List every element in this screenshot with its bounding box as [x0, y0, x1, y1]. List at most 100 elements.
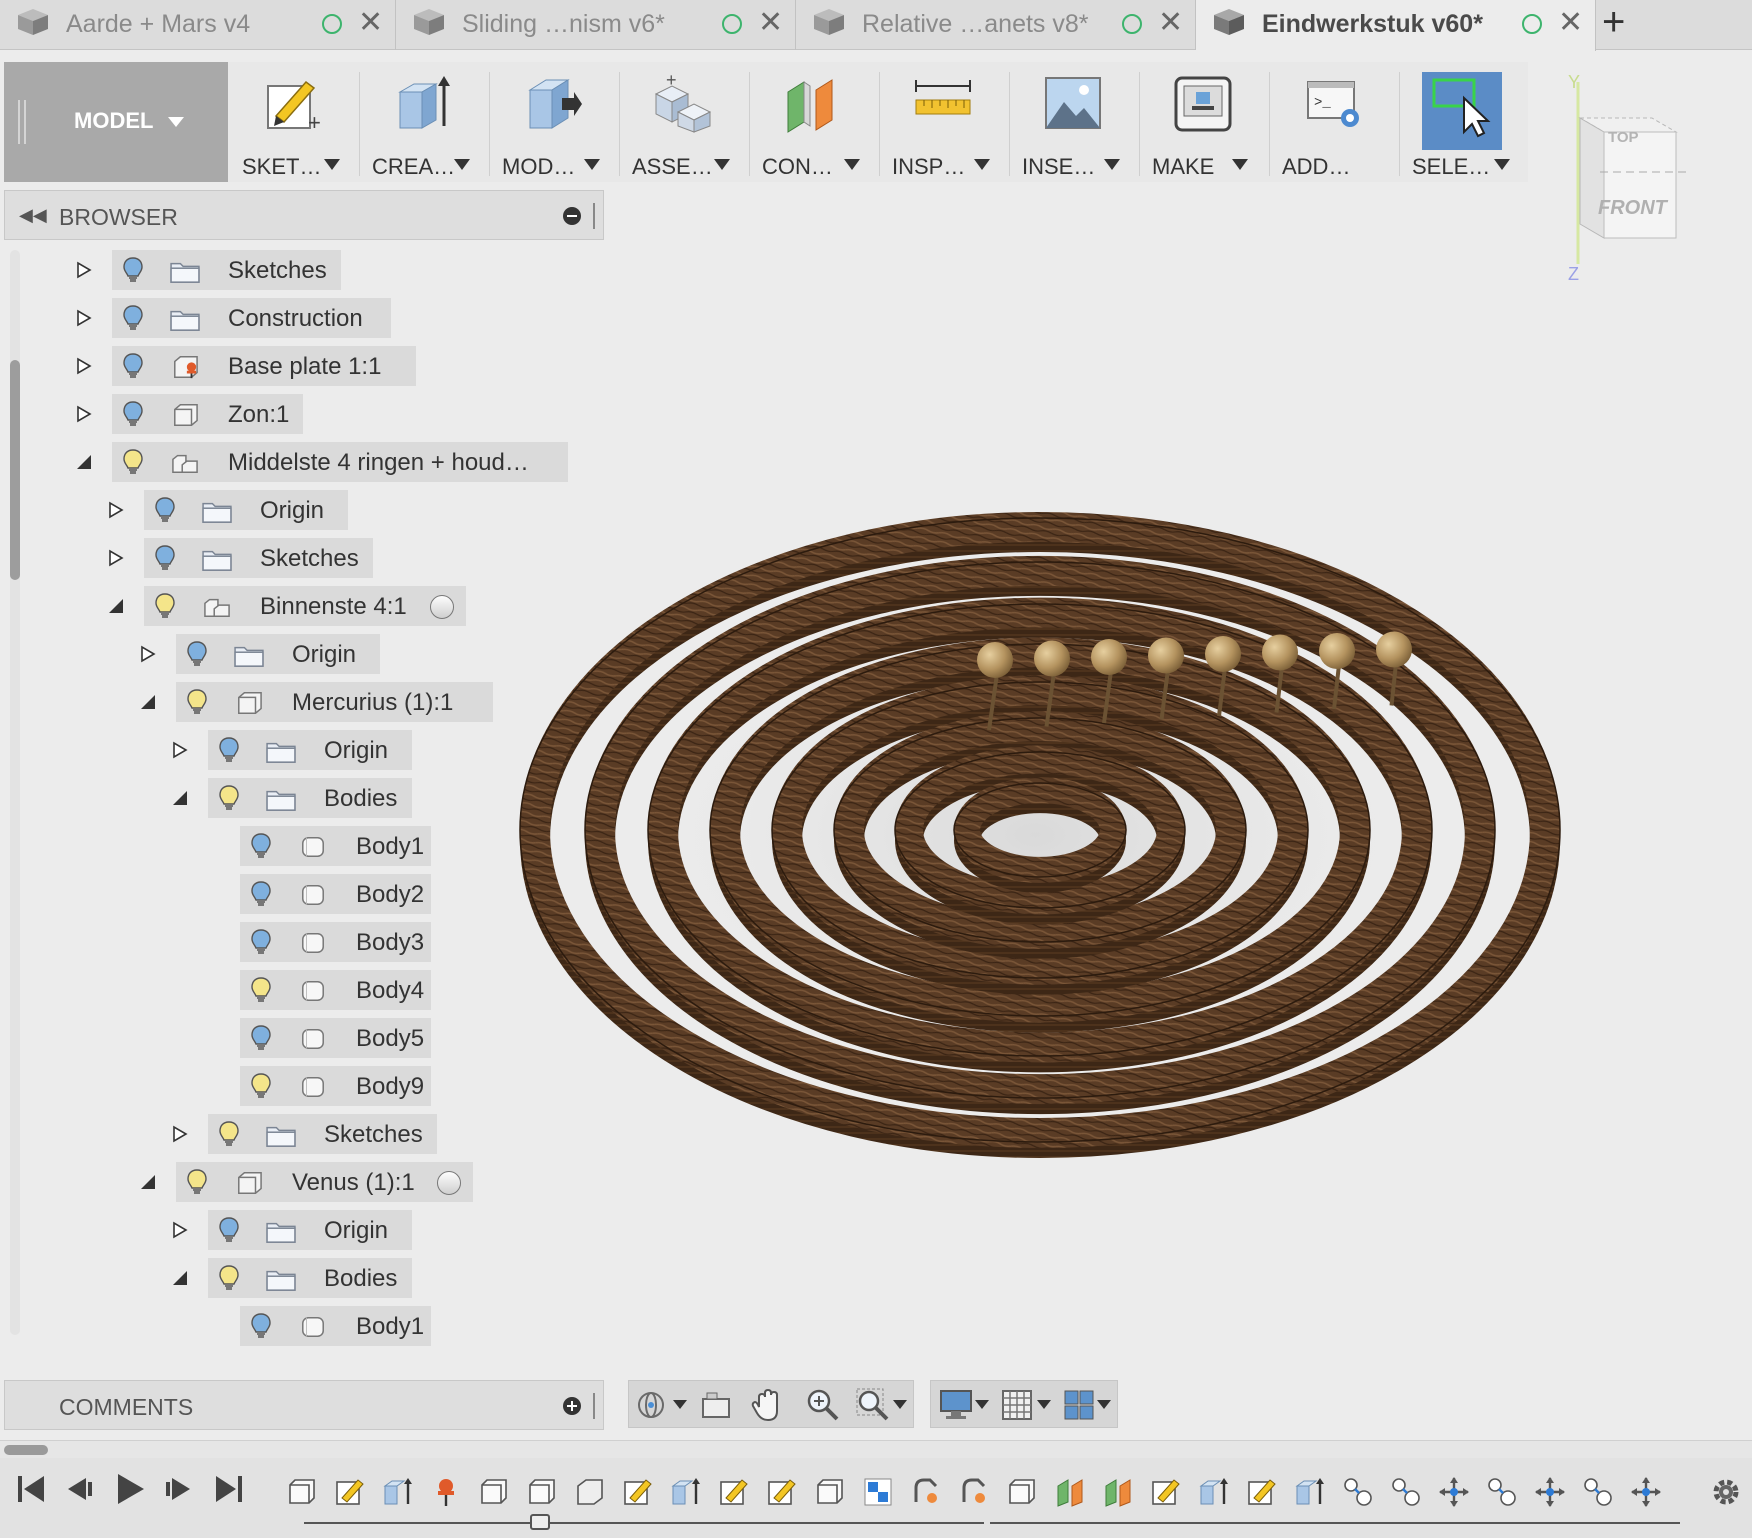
- view-cube[interactable]: Y Z TOP FRONT: [1560, 72, 1700, 287]
- document-tab-active[interactable]: Eindwerkstuk v60* ✕: [1196, 0, 1596, 51]
- expanded-triangle-icon[interactable]: [138, 692, 158, 712]
- browser-node-row[interactable]: Body1: [240, 826, 431, 866]
- visibility-bulb-icon[interactable]: [218, 736, 240, 766]
- visibility-bulb-icon[interactable]: [250, 1024, 272, 1054]
- browser-node-row[interactable]: Origin: [176, 634, 380, 674]
- insert-menu-button[interactable]: INSE…: [1010, 62, 1134, 182]
- expand-triangle-icon[interactable]: [106, 500, 126, 520]
- visibility-bulb-icon[interactable]: [250, 1312, 272, 1342]
- timeline-scrollbar[interactable]: [0, 1440, 1752, 1458]
- panel-grip[interactable]: [593, 203, 595, 229]
- browser-node-row[interactable]: Origin: [208, 1210, 412, 1250]
- expanded-triangle-icon[interactable]: [170, 788, 190, 808]
- timeline-scrollbar-thumb[interactable]: [4, 1445, 48, 1455]
- close-icon[interactable]: ✕: [758, 8, 783, 38]
- browser-node-row[interactable]: Mercurius (1):1: [176, 682, 493, 722]
- visibility-bulb-icon[interactable]: [218, 1120, 240, 1150]
- zoom-window-icon[interactable]: [855, 1387, 891, 1423]
- timeline-feature-pin-icon[interactable]: [430, 1476, 462, 1508]
- visibility-bulb-icon[interactable]: [154, 544, 176, 574]
- timeline-feature-joint-icon[interactable]: [1342, 1476, 1374, 1508]
- browser-node-row[interactable]: Bodies: [208, 778, 412, 818]
- chevron-down-icon[interactable]: [673, 1400, 687, 1409]
- new-tab-button[interactable]: +: [1602, 2, 1625, 42]
- visibility-bulb-icon[interactable]: [218, 1216, 240, 1246]
- visibility-bulb-icon[interactable]: [250, 880, 272, 910]
- expand-triangle-icon[interactable]: [74, 260, 94, 280]
- visibility-bulb-icon[interactable]: [250, 976, 272, 1006]
- cube-front-face[interactable]: [1603, 131, 1677, 239]
- visibility-bulb-icon[interactable]: [218, 1264, 240, 1294]
- chevron-down-icon[interactable]: [1097, 1400, 1111, 1409]
- browser-node-row[interactable]: Body4: [240, 970, 431, 1010]
- chevron-down-icon[interactable]: [893, 1400, 907, 1409]
- browser-node-row[interactable]: Base plate 1:1: [112, 346, 416, 386]
- timeline-feature-component-icon[interactable]: [478, 1476, 510, 1508]
- visibility-bulb-icon[interactable]: [122, 304, 144, 334]
- visibility-bulb-icon[interactable]: [218, 784, 240, 814]
- timeline-feature-body-icon[interactable]: [574, 1476, 606, 1508]
- make-menu-button[interactable]: MAKE: [1140, 62, 1264, 182]
- browser-node-row[interactable]: Sketches: [112, 250, 341, 290]
- viewports-icon[interactable]: [1063, 1389, 1095, 1421]
- timeline-feature-sketch-icon[interactable]: [334, 1476, 366, 1508]
- construct-menu-button[interactable]: CON…: [750, 62, 874, 182]
- timeline-feature-construct-plane-icon[interactable]: [1102, 1476, 1134, 1508]
- timeline-feature-move-icon[interactable]: [1438, 1476, 1470, 1508]
- expand-triangle-icon[interactable]: [74, 404, 94, 424]
- timeline-feature-component-icon[interactable]: [526, 1476, 558, 1508]
- activate-component-radio[interactable]: [430, 595, 454, 619]
- timeline-feature-rigid-icon[interactable]: [910, 1476, 942, 1508]
- gear-icon[interactable]: [1710, 1476, 1742, 1508]
- visibility-bulb-icon[interactable]: [122, 400, 144, 430]
- sketch-menu-button[interactable]: + SKET…: [230, 62, 354, 182]
- timeline-feature-extrude-icon[interactable]: [1294, 1476, 1326, 1508]
- browser-node-row[interactable]: Body2: [240, 874, 431, 914]
- document-tab[interactable]: Relative …anets v8* ✕: [796, 0, 1196, 50]
- timeline-marker[interactable]: [530, 1514, 550, 1530]
- grid-settings-icon[interactable]: [1001, 1389, 1033, 1421]
- orbit-icon[interactable]: [635, 1387, 671, 1423]
- timeline-feature-sketch-icon[interactable]: [718, 1476, 750, 1508]
- expand-triangle-icon[interactable]: [170, 1124, 190, 1144]
- visibility-bulb-icon[interactable]: [186, 688, 208, 718]
- expand-triangle-icon[interactable]: [74, 308, 94, 328]
- browser-node-row[interactable]: Body1: [240, 1306, 431, 1346]
- timeline-feature-component-icon[interactable]: [286, 1476, 318, 1508]
- timeline-feature-joint-icon[interactable]: [1390, 1476, 1422, 1508]
- close-icon[interactable]: ✕: [1158, 8, 1183, 38]
- chevron-down-icon[interactable]: [975, 1400, 989, 1409]
- timeline-feature-sketch-icon[interactable]: [766, 1476, 798, 1508]
- browser-node-row[interactable]: Body9: [240, 1066, 431, 1106]
- activate-component-radio[interactable]: [437, 1171, 461, 1195]
- browser-node-row[interactable]: Origin: [208, 730, 412, 770]
- skip-to-end-icon[interactable]: [210, 1472, 246, 1506]
- browser-node-row[interactable]: Zon:1: [112, 394, 303, 434]
- workspace-switcher-button[interactable]: MODEL: [4, 62, 228, 182]
- visibility-bulb-icon[interactable]: [154, 496, 176, 526]
- panel-grip[interactable]: [593, 1393, 595, 1419]
- visibility-bulb-icon[interactable]: [186, 1168, 208, 1198]
- document-tab[interactable]: Sliding …nism v6* ✕: [396, 0, 796, 50]
- timeline-feature-extrude-icon[interactable]: [1198, 1476, 1230, 1508]
- skip-to-start-icon[interactable]: [14, 1472, 50, 1506]
- minimize-panel-icon[interactable]: [563, 207, 581, 225]
- timeline-feature-move-icon[interactable]: [1534, 1476, 1566, 1508]
- timeline-feature-component-icon[interactable]: [814, 1476, 846, 1508]
- display-settings-icon[interactable]: [939, 1389, 973, 1421]
- timeline-feature-joint-icon[interactable]: [1582, 1476, 1614, 1508]
- expanded-triangle-icon[interactable]: [170, 1268, 190, 1288]
- timeline-feature-joint-origin-icon[interactable]: [862, 1476, 894, 1508]
- zoom-icon[interactable]: [805, 1387, 841, 1423]
- look-at-icon[interactable]: [699, 1389, 733, 1421]
- browser-node-row[interactable]: Sketches: [144, 538, 373, 578]
- expand-triangle-icon[interactable]: [170, 1220, 190, 1240]
- expanded-triangle-icon[interactable]: [138, 1172, 158, 1192]
- add-ins-menu-button[interactable]: >_ ADD…: [1270, 62, 1394, 182]
- close-icon[interactable]: ✕: [358, 8, 383, 38]
- comments-header[interactable]: COMMENTS: [4, 1380, 604, 1430]
- browser-node-row[interactable]: Venus (1):1: [176, 1162, 473, 1202]
- select-menu-button[interactable]: SELE…: [1400, 62, 1524, 182]
- browser-node-row[interactable]: Body5: [240, 1018, 431, 1058]
- browser-node-row[interactable]: Body3: [240, 922, 431, 962]
